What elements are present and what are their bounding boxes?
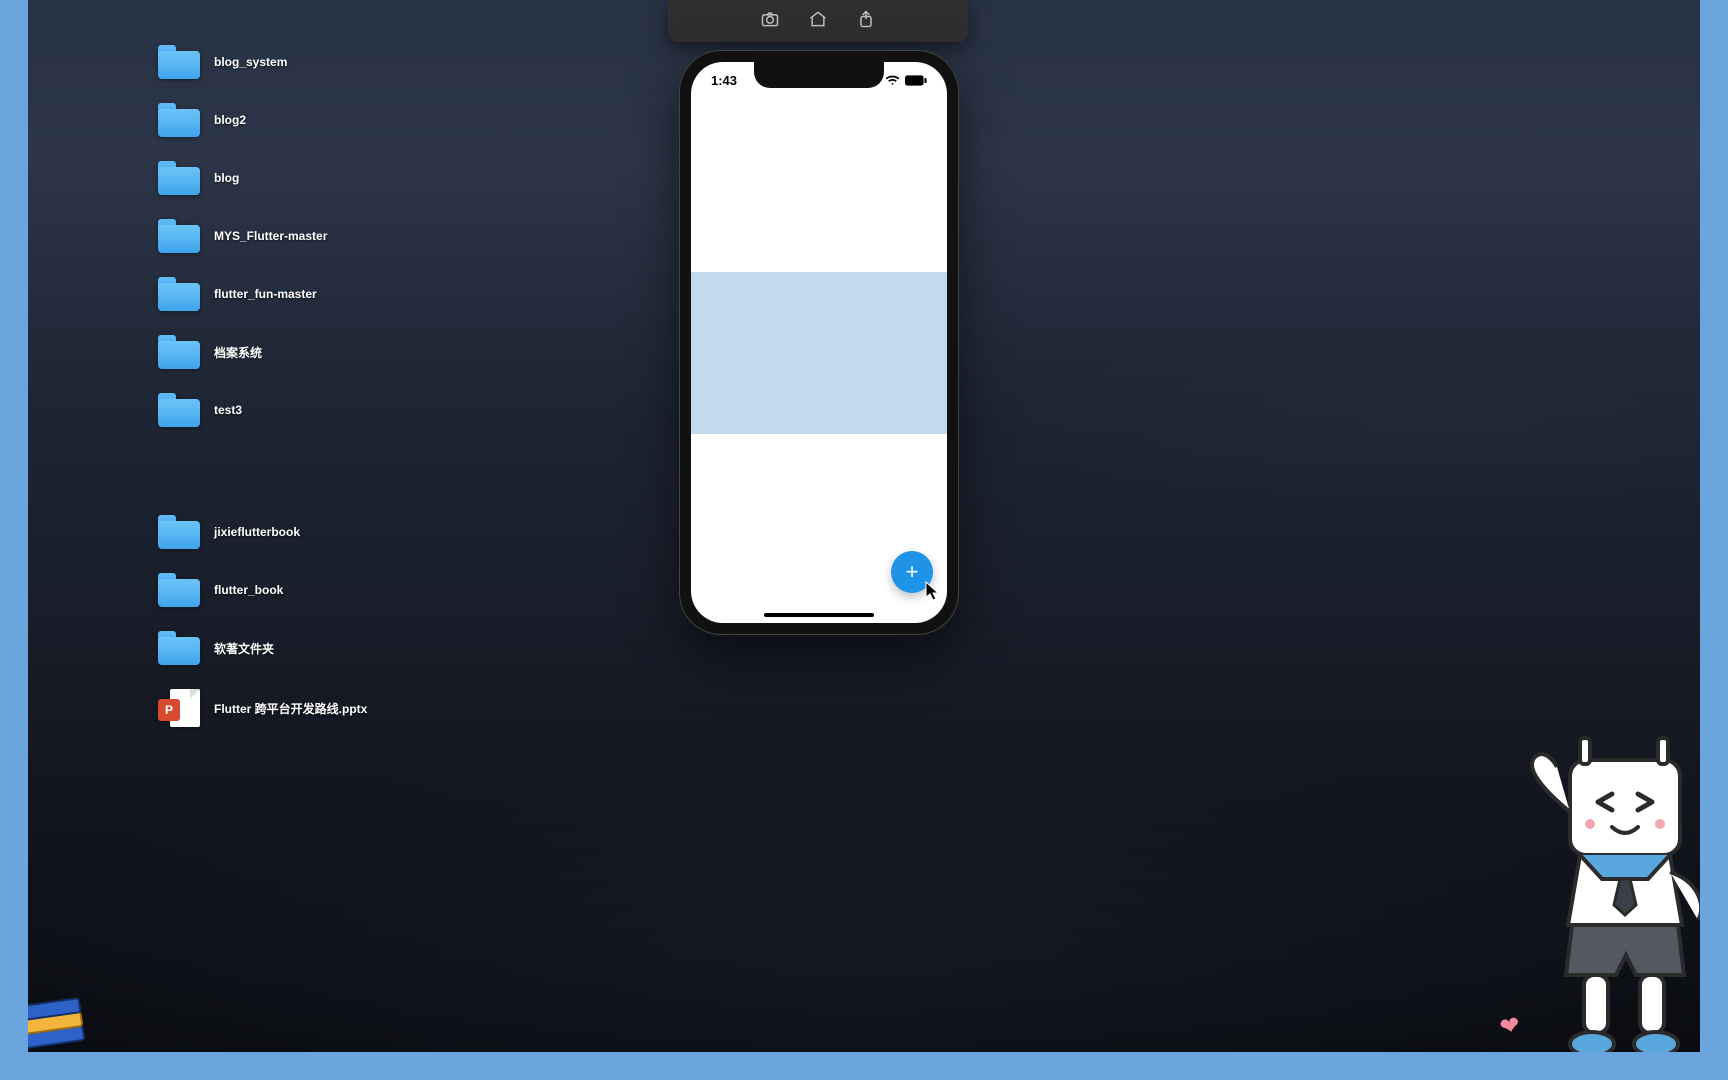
folder-icon — [158, 219, 200, 253]
desktop-item[interactable]: blog — [158, 161, 367, 195]
desktop-item[interactable]: blog_system — [158, 45, 367, 79]
folder-icon — [158, 631, 200, 665]
desktop-item-label: 档案系统 — [214, 344, 262, 361]
desktop-item-label: 软著文件夹 — [214, 640, 274, 657]
desktop-item[interactable]: flutter_fun-master — [158, 277, 367, 311]
flutter-app-body: + — [691, 62, 947, 623]
desktop-item[interactable]: jixieflutterbook — [158, 515, 367, 549]
desktop-item-label: blog2 — [214, 113, 246, 127]
desktop-item-label: flutter_fun-master — [214, 287, 317, 301]
screenshot-button[interactable] — [757, 8, 783, 34]
device-notch — [754, 62, 884, 88]
desktop-item-label: blog_system — [214, 55, 287, 69]
folder-icon — [158, 277, 200, 311]
camera-icon — [760, 9, 780, 34]
desktop-item-label: Flutter 跨平台开发路线.pptx — [214, 700, 367, 717]
desktop-item[interactable]: MYS_Flutter-master — [158, 219, 367, 253]
folder-icon — [158, 393, 200, 427]
pptx-file-icon: P — [158, 689, 200, 727]
desktop-item-label: MYS_Flutter-master — [214, 229, 327, 243]
content-band — [691, 272, 947, 434]
macos-desktop: ode blog_systemblog2blogMYS_Flutter-mast… — [28, 0, 1700, 1052]
desktop-item[interactable]: test3 — [158, 393, 367, 427]
folder-icon — [158, 515, 200, 549]
folder-icon — [158, 103, 200, 137]
battery-icon — [905, 75, 927, 86]
desktop-item[interactable]: 档案系统 — [158, 335, 367, 369]
simulator-toolbar — [668, 0, 968, 42]
pptx-badge: P — [158, 699, 180, 721]
desktop-icons-column: blog_system blog2 blog MYS_Flutter-masterfl… — [158, 45, 367, 727]
share-icon — [856, 9, 876, 34]
desktop-item-label: jixieflutterbook — [214, 525, 300, 539]
folder-icon — [158, 573, 200, 607]
desktop-item-label: blog — [214, 171, 239, 185]
status-time: 1:43 — [711, 73, 737, 88]
desktop-item[interactable]: P Flutter 跨平台开发路线.pptx — [158, 689, 367, 727]
floating-action-button[interactable]: + — [891, 551, 933, 593]
desktop-item-label: flutter_book — [214, 583, 283, 597]
home-indicator — [764, 613, 874, 617]
desktop-item[interactable]: blog2 — [158, 103, 367, 137]
simulator-screen[interactable]: 1:43 + — [691, 62, 947, 623]
home-button[interactable] — [805, 8, 831, 34]
ios-simulator-device: 1:43 + — [679, 50, 959, 635]
share-button[interactable] — [853, 8, 879, 34]
folder-icon — [158, 161, 200, 195]
wifi-icon — [885, 74, 900, 86]
desktop-item[interactable]: 软著文件夹 — [158, 631, 367, 665]
desktop-item-label: test3 — [214, 403, 242, 417]
folder-icon — [158, 45, 200, 79]
home-icon — [808, 9, 828, 34]
plus-icon: + — [906, 559, 919, 585]
folder-icon — [158, 335, 200, 369]
desktop-item[interactable]: flutter_book — [158, 573, 367, 607]
